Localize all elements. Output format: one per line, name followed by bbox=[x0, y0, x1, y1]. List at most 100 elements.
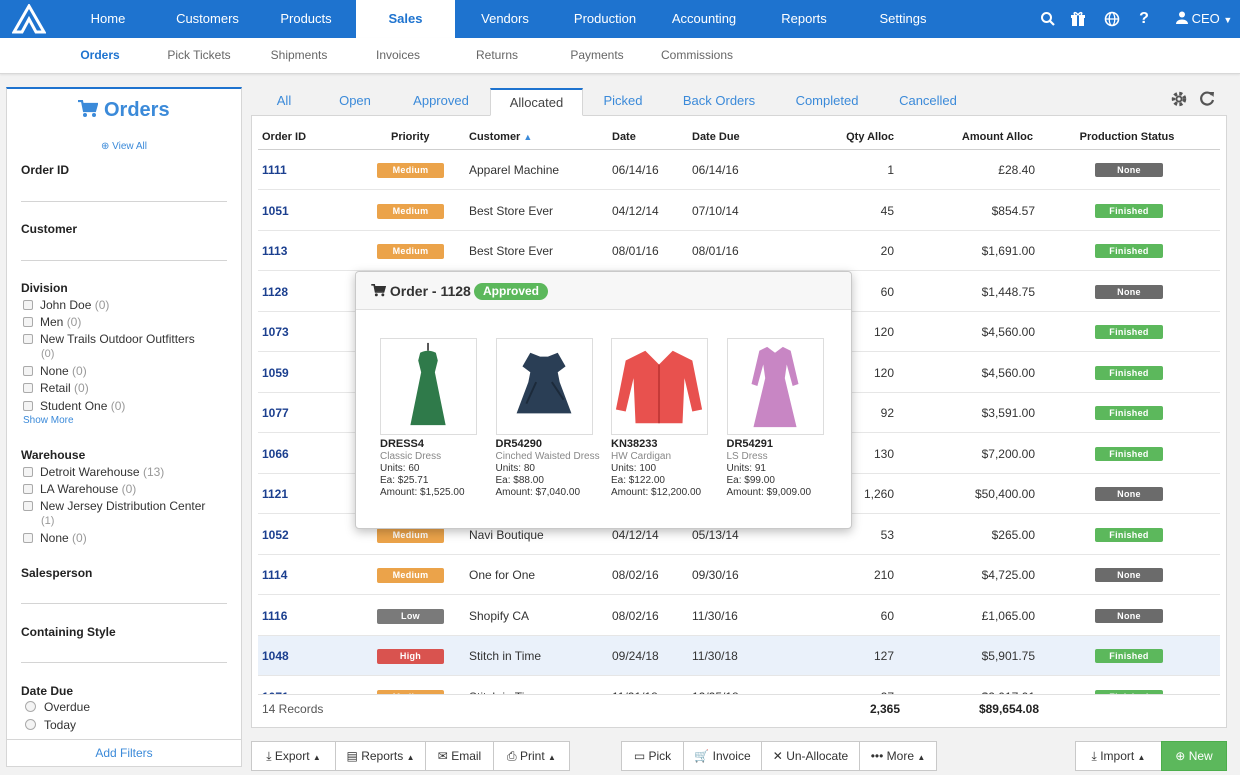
table-row[interactable]: 1116 Low Shopify CA 08/02/16 11/30/16 60 £1,06… bbox=[258, 596, 1220, 636]
nav-production[interactable]: Production bbox=[560, 0, 650, 38]
nav-sales[interactable]: Sales bbox=[356, 0, 455, 38]
checkbox[interactable] bbox=[23, 317, 33, 327]
checkbox[interactable] bbox=[23, 383, 33, 393]
column-header-order-id[interactable]: Order ID bbox=[262, 131, 306, 143]
checkbox[interactable] bbox=[23, 533, 33, 543]
subnav-returns[interactable]: Returns bbox=[466, 38, 528, 74]
table-row[interactable]: 1051 Medium Best Store Ever 04/12/14 07/10/1… bbox=[258, 191, 1220, 231]
subnav-payments[interactable]: Payments bbox=[562, 38, 632, 74]
checkbox[interactable] bbox=[23, 401, 33, 411]
table-row[interactable]: 1114 Medium One for One 08/02/16 09/30/16 210… bbox=[258, 555, 1220, 595]
tab-allocated[interactable]: Allocated bbox=[490, 88, 583, 116]
help-icon[interactable]: ? bbox=[1136, 11, 1152, 27]
order-id-link[interactable]: 1077 bbox=[262, 406, 289, 420]
nav-reports[interactable]: Reports bbox=[770, 0, 838, 38]
warehouse-option-la[interactable]: LA Warehouse (0) bbox=[23, 482, 136, 496]
order-id-link[interactable]: 1113 bbox=[262, 244, 287, 258]
division-option-new-trails[interactable]: New Trails Outdoor Outfitters bbox=[23, 332, 195, 346]
table-row[interactable]: 1111 Medium Apparel Machine 06/14/16 06/14/1… bbox=[258, 150, 1220, 190]
checkbox[interactable] bbox=[23, 467, 33, 477]
tab-cancelled[interactable]: Cancelled bbox=[892, 88, 964, 116]
column-header-date-due[interactable]: Date Due bbox=[692, 131, 740, 143]
gift-icon[interactable] bbox=[1070, 11, 1086, 27]
add-filters-button[interactable]: Add Filters bbox=[7, 739, 241, 767]
nav-home[interactable]: Home bbox=[72, 0, 144, 38]
division-option-retail[interactable]: Retail (0) bbox=[23, 381, 89, 395]
tab-back-orders[interactable]: Back Orders bbox=[676, 88, 762, 116]
column-header-production-status[interactable]: Production Status bbox=[1072, 131, 1182, 143]
more-button[interactable]: ••• More ▲ bbox=[859, 741, 937, 771]
nav-customers[interactable]: Customers bbox=[160, 0, 255, 38]
refresh-icon[interactable] bbox=[1198, 90, 1216, 108]
print-button[interactable]: ⎙ Print ▲ bbox=[493, 741, 570, 771]
search-icon[interactable] bbox=[1040, 11, 1056, 27]
division-option-student-one[interactable]: Student One (0) bbox=[23, 399, 125, 413]
tab-completed[interactable]: Completed bbox=[786, 88, 868, 116]
warehouse-option-detroit[interactable]: Detroit Warehouse (13) bbox=[23, 465, 164, 479]
show-more-link[interactable]: Show More bbox=[23, 415, 74, 426]
filter-salesperson[interactable]: Salesperson bbox=[21, 566, 92, 580]
order-id-link[interactable]: 1052 bbox=[262, 528, 289, 542]
table-row[interactable]: 1113 Medium Best Store Ever 08/01/16 08/01/1… bbox=[258, 231, 1220, 271]
date-due-option-today[interactable]: Today bbox=[25, 718, 76, 732]
column-header-qty-alloc[interactable]: Qty Alloc bbox=[812, 131, 894, 143]
tab-picked[interactable]: Picked bbox=[596, 88, 650, 116]
checkbox[interactable] bbox=[23, 484, 33, 494]
order-id-link[interactable]: 1066 bbox=[262, 447, 289, 461]
unallocate-button[interactable]: ✕ Un-Allocate bbox=[761, 741, 860, 771]
export-button[interactable]: ⤓ Export ▲ bbox=[251, 741, 336, 771]
order-id-link[interactable]: 1051 bbox=[262, 204, 289, 218]
order-id-link[interactable]: 1048 bbox=[262, 649, 289, 663]
product-card[interactable]: DRESS4 Classic Dress Units: 60 Ea: $25.71 Am… bbox=[380, 338, 490, 498]
nav-settings[interactable]: Settings bbox=[866, 0, 940, 38]
checkbox[interactable] bbox=[23, 334, 33, 344]
division-option-men[interactable]: Men (0) bbox=[23, 315, 81, 329]
checkbox[interactable] bbox=[23, 366, 33, 376]
subnav-orders[interactable]: Orders bbox=[68, 38, 132, 74]
invoice-button[interactable]: 🛒 Invoice bbox=[683, 741, 762, 771]
product-image[interactable] bbox=[495, 338, 593, 435]
radio[interactable] bbox=[25, 719, 36, 730]
app-logo-icon[interactable] bbox=[12, 4, 46, 34]
order-id-link[interactable]: 1073 bbox=[262, 325, 289, 339]
order-id-link[interactable]: 1059 bbox=[262, 366, 289, 380]
order-id-link[interactable]: 1114 bbox=[262, 568, 287, 582]
new-button[interactable]: ⊕ New bbox=[1161, 741, 1227, 771]
nav-accounting[interactable]: Accounting bbox=[664, 0, 744, 38]
tab-approved[interactable]: Approved bbox=[405, 88, 477, 116]
column-header-amount-alloc[interactable]: Amount Alloc bbox=[932, 131, 1033, 143]
tab-open[interactable]: Open bbox=[330, 88, 380, 116]
view-all-link[interactable]: ⊕ View All bbox=[7, 141, 241, 152]
order-id-link[interactable]: 1128 bbox=[262, 285, 288, 299]
column-header-customer[interactable]: Customer ▲ bbox=[469, 131, 532, 143]
product-image[interactable] bbox=[611, 338, 708, 435]
product-card[interactable]: DR54291 LS Dress Units: 91 Ea: $99.00 Amount… bbox=[726, 338, 837, 498]
checkbox[interactable] bbox=[23, 501, 33, 511]
product-image[interactable] bbox=[726, 338, 824, 435]
gear-icon[interactable] bbox=[1170, 90, 1188, 108]
column-header-date[interactable]: Date bbox=[612, 131, 636, 143]
product-card[interactable]: KN38233 HW Cardigan Units: 100 Ea: $122.00 A… bbox=[611, 338, 721, 498]
radio[interactable] bbox=[25, 701, 36, 712]
subnav-pick-tickets[interactable]: Pick Tickets bbox=[156, 38, 242, 74]
subnav-invoices[interactable]: Invoices bbox=[364, 38, 432, 74]
product-image[interactable] bbox=[380, 338, 477, 435]
filter-customer[interactable]: Customer bbox=[21, 222, 77, 236]
checkbox[interactable] bbox=[23, 300, 33, 310]
order-id-link[interactable]: 1121 bbox=[262, 487, 288, 501]
tab-all[interactable]: All bbox=[268, 88, 300, 116]
division-option-john-doe[interactable]: John Doe (0) bbox=[23, 298, 109, 312]
warehouse-option-none[interactable]: None (0) bbox=[23, 531, 87, 545]
reports-button[interactable]: ▤ Reports ▲ bbox=[335, 741, 426, 771]
subnav-shipments[interactable]: Shipments bbox=[260, 38, 338, 74]
globe-icon[interactable] bbox=[1104, 11, 1120, 27]
pick-button[interactable]: ▭ Pick bbox=[621, 741, 684, 771]
nav-vendors[interactable]: Vendors bbox=[468, 0, 542, 38]
user-menu[interactable]: CEO ▼ bbox=[1176, 0, 1232, 38]
subnav-commissions[interactable]: Commissions bbox=[654, 38, 740, 74]
filter-order-id[interactable]: Order ID bbox=[21, 163, 69, 177]
date-due-option-overdue[interactable]: Overdue bbox=[25, 700, 90, 714]
order-id-link[interactable]: 1116 bbox=[262, 609, 287, 623]
column-header-priority[interactable]: Priority bbox=[391, 131, 430, 143]
product-card[interactable]: DR54290 Cinched Waisted Dress Units: 80 Ea:… bbox=[495, 338, 606, 498]
